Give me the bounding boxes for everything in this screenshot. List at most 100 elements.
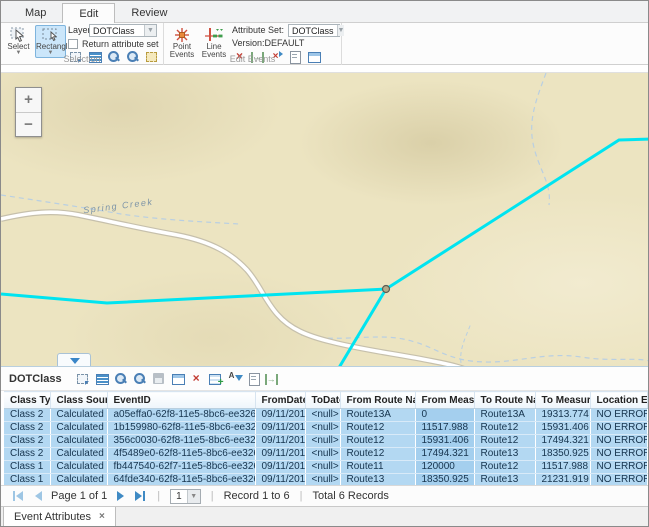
pan-to-record-icon[interactable] <box>132 371 147 386</box>
measure-icon[interactable] <box>265 374 278 385</box>
column-header[interactable]: ToDate <box>305 392 340 409</box>
table-cell: Class 2 <box>4 409 50 422</box>
table-cell: Route12 <box>474 461 535 474</box>
road-line <box>1 212 473 366</box>
table-cell: Calculated <box>50 435 107 448</box>
attribute-set-combobox[interactable]: DOTClass ▼ <box>288 24 340 37</box>
panel-collapse-button[interactable] <box>57 353 91 366</box>
first-page-button[interactable] <box>11 491 25 501</box>
column-header[interactable]: Location Error <box>590 392 647 409</box>
table-row[interactable]: Class 2Calculateda05effa0-62f8-11e5-8bc6… <box>4 409 647 422</box>
last-page-button[interactable] <box>133 491 147 501</box>
map-zoom-control: + − <box>15 87 42 137</box>
add-record-icon[interactable] <box>208 371 223 386</box>
close-icon[interactable]: × <box>99 511 105 522</box>
route-line-west[interactable] <box>1 289 386 303</box>
table-row[interactable]: Class 2Calculated4f5489e0-62f8-11e5-8bc6… <box>4 448 647 461</box>
table-cell: Route13 <box>474 448 535 461</box>
map-canvas[interactable]: Spring Creek + − <box>1 72 649 366</box>
table-cell: Calculated <box>50 422 107 435</box>
event-attributes-panel: DOTClass Class TypeClass SourceEventIDFr… <box>1 366 649 527</box>
table-cell: 15931.406 <box>535 422 590 435</box>
column-header[interactable]: To Measure <box>535 392 590 409</box>
next-page-button[interactable] <box>113 491 127 501</box>
chevron-down-icon[interactable]: ▼ <box>337 25 345 36</box>
route-line-northeast[interactable] <box>386 139 649 289</box>
layer-combobox[interactable]: DOTClass ▼ <box>89 24 157 37</box>
ribbon-tab-bar: Map Edit Review <box>1 1 648 23</box>
panel-tab-bar: Event Attributes × <box>1 506 649 527</box>
table-cell: 17494.321 <box>415 448 474 461</box>
table-cell: 1b159980-62f8-11e5-8bc6-ee32641d5ec9 <box>107 422 255 435</box>
sort-records-icon[interactable] <box>227 371 242 386</box>
table-cell: Class 2 <box>4 435 50 448</box>
panel-title: DOTClass <box>9 373 62 385</box>
table-cell: <null> <box>305 448 340 461</box>
table-cell: Route12 <box>340 422 415 435</box>
table-cell: NO ERROR <box>590 448 647 461</box>
table-row[interactable]: Class 1Calculatedfb447540-62f7-11e5-8bc6… <box>4 461 647 474</box>
column-header[interactable]: EventID <box>107 392 255 409</box>
tab-review[interactable]: Review <box>115 3 183 22</box>
table-cell: 19313.774 <box>535 409 590 422</box>
column-header[interactable]: To Route Name <box>474 392 535 409</box>
table-cell: <null> <box>305 435 340 448</box>
chevron-down-icon[interactable]: ▼ <box>187 490 200 503</box>
table-cell: NO ERROR <box>590 422 647 435</box>
table-cell: 11517.988 <box>415 422 474 435</box>
tab-edit[interactable]: Edit <box>62 3 115 23</box>
zoom-out-button[interactable]: − <box>16 112 41 136</box>
select-records-icon[interactable] <box>75 371 90 386</box>
table-cell: Class 2 <box>4 422 50 435</box>
save-edits-icon[interactable] <box>151 371 166 386</box>
table-body: Class 2Calculateda05effa0-62f8-11e5-8bc6… <box>4 409 647 487</box>
table-cell: 09/11/2015 <box>255 448 305 461</box>
table-header-row: Class TypeClass SourceEventIDFromDateToD… <box>4 392 647 409</box>
route-junction-marker[interactable] <box>383 286 390 293</box>
attribute-grid-icon[interactable] <box>170 371 185 386</box>
page-number-combobox[interactable]: 1 ▼ <box>170 489 201 504</box>
table-cell: Calculated <box>50 461 107 474</box>
table-cell: 09/11/2015 <box>255 461 305 474</box>
selection-group: Select ▼ Rectangle ▼ Layer: DOTClass ▼ <box>1 23 164 65</box>
column-header[interactable]: Class Source <box>50 392 107 409</box>
table-cell: Route13A <box>474 409 535 422</box>
pagination-bar: Page 1 of 1 | 1 ▼ | Record 1 to 6 | Tota… <box>1 485 649 506</box>
tab-map[interactable]: Map <box>9 3 62 22</box>
table-row[interactable]: Class 2Calculated356c0030-62f8-11e5-8bc6… <box>4 435 647 448</box>
return-attribute-set-checkbox[interactable] <box>68 39 78 49</box>
tab-event-attributes[interactable]: Event Attributes × <box>3 507 116 527</box>
zoom-in-button[interactable]: + <box>16 88 41 112</box>
selection-group-label: Selection <box>1 54 163 64</box>
table-cell: 17494.321 <box>535 435 590 448</box>
table-cell: fb447540-62f7-11e5-8bc6-ee32641d5ec9 <box>107 461 255 474</box>
column-header[interactable]: Class Type <box>4 392 50 409</box>
table-cell: Route12 <box>474 422 535 435</box>
table-cell: 15931.406 <box>415 435 474 448</box>
table-cell: 0 <box>415 409 474 422</box>
rectangle-select-icon <box>42 27 60 43</box>
line-events-icon <box>204 27 224 43</box>
table-cell: Route11 <box>340 461 415 474</box>
table-cell: Route12 <box>340 448 415 461</box>
open-form-icon[interactable] <box>246 371 261 386</box>
chevron-down-icon[interactable]: ▼ <box>144 25 156 36</box>
zoom-to-record-icon[interactable] <box>113 371 128 386</box>
previous-page-button[interactable] <box>31 491 45 501</box>
column-header[interactable]: From Measure <box>415 392 474 409</box>
table-row[interactable]: Class 2Calculated1b159980-62f8-11e5-8bc6… <box>4 422 647 435</box>
column-header[interactable]: From Route Name <box>340 392 415 409</box>
attributes-table: Class TypeClass SourceEventIDFromDateToD… <box>4 391 648 487</box>
table-cell: 356c0030-62f8-11e5-8bc6-ee32641d5ec9 <box>107 435 255 448</box>
application-window: Map Edit Review Select ▼ Rectangle ▼ <box>0 0 649 527</box>
table-cell: Route13A <box>340 409 415 422</box>
table-cell: Calculated <box>50 448 107 461</box>
table-cell: Route12 <box>474 435 535 448</box>
column-header[interactable]: FromDate <box>255 392 305 409</box>
table-cell: 120000 <box>415 461 474 474</box>
creek-line <box>461 323 471 363</box>
delete-record-icon[interactable] <box>189 371 204 386</box>
table-cell: 18350.925 <box>535 448 590 461</box>
return-attribute-set-label: Return attribute set <box>82 39 159 49</box>
show-selected-records-icon[interactable] <box>94 371 109 386</box>
